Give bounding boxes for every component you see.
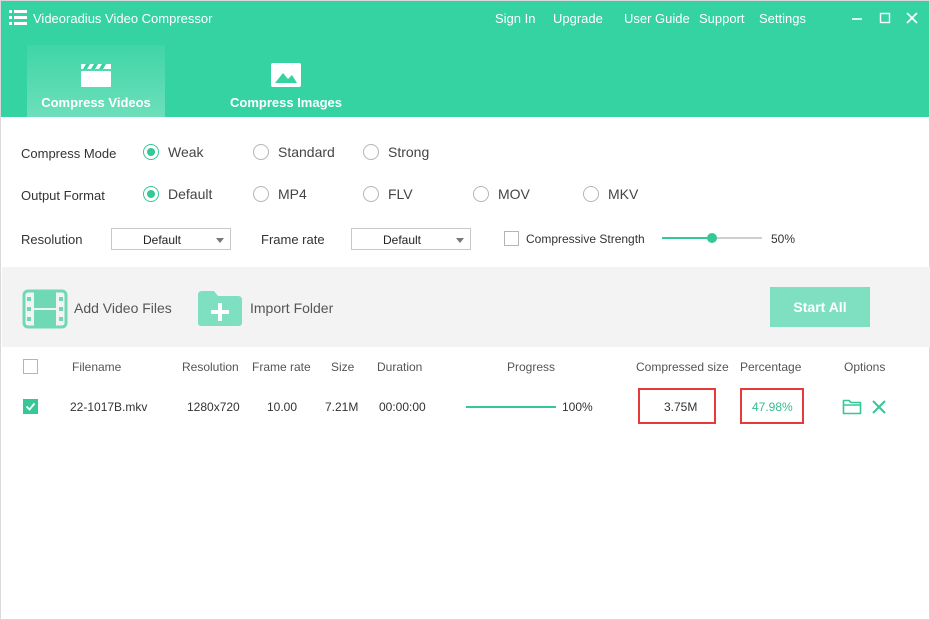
app-window: Videoradius Video Compressor Sign In Upg… <box>0 0 930 620</box>
column-header-frame-rate: Frame rate <box>252 360 311 374</box>
output-format-default-radio[interactable]: Default <box>143 185 223 203</box>
tab-compress-videos[interactable]: Compress Videos <box>27 45 165 117</box>
select-all-checkbox[interactable] <box>23 359 38 374</box>
radio-circle <box>473 186 489 202</box>
chevron-down-icon <box>216 238 224 243</box>
remove-icon[interactable] <box>871 399 887 415</box>
compress-mode-standard-radio[interactable]: Standard <box>253 143 343 161</box>
column-header-options: Options <box>844 360 886 374</box>
output-format-mov-radio[interactable]: MOV <box>473 185 533 203</box>
compressive-strength-slider[interactable] <box>662 233 762 243</box>
title-bar: Videoradius Video Compressor Sign In Upg… <box>1 1 929 37</box>
resolution-label: Resolution <box>21 232 83 247</box>
cell-size: 7.21M <box>325 400 359 414</box>
maximize-icon[interactable] <box>877 10 893 26</box>
cell-filename: 22-1017B.mkv <box>70 400 148 414</box>
output-format-mp4-radio[interactable]: MP4 <box>253 185 313 203</box>
output-format-mkv-radio[interactable]: MKV <box>583 185 643 203</box>
select-value: Default <box>142 233 182 247</box>
cell-duration: 00:00:00 <box>379 400 426 414</box>
app-title: Videoradius Video Compressor <box>33 11 213 26</box>
radio-circle <box>253 144 269 160</box>
header: Videoradius Video Compressor Sign In Upg… <box>1 1 929 117</box>
tab-label: Compress Images <box>230 95 342 110</box>
row-checkbox[interactable] <box>23 399 38 414</box>
slider-thumb[interactable] <box>707 233 717 243</box>
radio-label: MP4 <box>278 186 307 202</box>
toolbar: Add Video Files Import Folder Start All <box>2 267 930 347</box>
compressive-strength-label: Compressive Strength <box>526 232 645 246</box>
cell-frame-rate: 10.00 <box>267 400 298 414</box>
import-folder-button[interactable]: Import Folder <box>250 300 333 316</box>
sign-in-link[interactable]: Sign In <box>495 11 535 26</box>
column-header-progress: Progress <box>507 360 556 374</box>
cell-resolution: 1280x720 <box>187 400 240 414</box>
radio-circle <box>363 144 379 160</box>
radio-circle <box>253 186 269 202</box>
frame-rate-select[interactable]: Default <box>351 228 471 250</box>
output-format-label: Output Format <box>21 188 105 203</box>
app-logo-icon <box>9 10 27 25</box>
compress-mode-strong-radio[interactable]: Strong <box>363 143 443 161</box>
user-guide-link[interactable]: User Guide <box>624 11 690 26</box>
column-header-resolution: Resolution <box>182 360 239 374</box>
compress-mode-label: Compress Mode <box>21 146 117 161</box>
compressive-strength-checkbox[interactable] <box>504 231 519 246</box>
cell-progress-text: 100% <box>562 400 593 414</box>
radio-label: Weak <box>168 144 204 160</box>
column-header-percentage: Percentage <box>740 360 802 374</box>
radio-circle <box>143 186 159 202</box>
resolution-select[interactable]: Default <box>111 228 231 250</box>
add-video-files-button[interactable]: Add Video Files <box>74 300 172 316</box>
frame-rate-label: Frame rate <box>261 232 325 247</box>
select-value: Default <box>382 233 422 247</box>
settings-link[interactable]: Settings <box>759 11 806 26</box>
cell-compressed-size: 3.75M <box>664 400 698 414</box>
column-header-duration: Duration <box>377 360 423 374</box>
support-link[interactable]: Support <box>699 11 745 26</box>
radio-label: MKV <box>608 186 639 202</box>
slider-fill <box>662 237 712 239</box>
radio-label: Strong <box>388 144 430 160</box>
radio-circle <box>583 186 599 202</box>
radio-circle <box>143 144 159 160</box>
start-all-button[interactable]: Start All <box>770 287 870 327</box>
compressive-strength-value: 50% <box>771 232 796 246</box>
upgrade-link[interactable]: Upgrade <box>553 11 603 26</box>
radio-label: FLV <box>388 186 413 202</box>
image-icon <box>271 63 301 87</box>
cell-percentage: 47.98% <box>752 400 793 414</box>
close-icon[interactable] <box>904 10 920 26</box>
column-header-size: Size <box>331 360 355 374</box>
film-icon[interactable] <box>22 289 68 329</box>
radio-label: MOV <box>498 186 530 202</box>
chevron-down-icon <box>456 238 464 243</box>
column-header-filename: Filename <box>72 360 122 374</box>
minimize-icon[interactable] <box>849 10 865 26</box>
compress-mode-weak-radio[interactable]: Weak <box>143 143 213 161</box>
folder-add-icon[interactable] <box>196 289 244 327</box>
tab-compress-images[interactable]: Compress Images <box>215 45 357 117</box>
radio-label: Standard <box>278 144 335 160</box>
column-header-compressed-size: Compressed size <box>636 360 729 374</box>
progress-bar <box>466 406 556 408</box>
output-format-flv-radio[interactable]: FLV <box>363 185 423 203</box>
clapperboard-icon <box>81 64 111 87</box>
radio-circle <box>363 186 379 202</box>
open-folder-icon[interactable] <box>842 398 862 415</box>
tab-label: Compress Videos <box>41 95 151 110</box>
radio-label: Default <box>168 186 213 202</box>
